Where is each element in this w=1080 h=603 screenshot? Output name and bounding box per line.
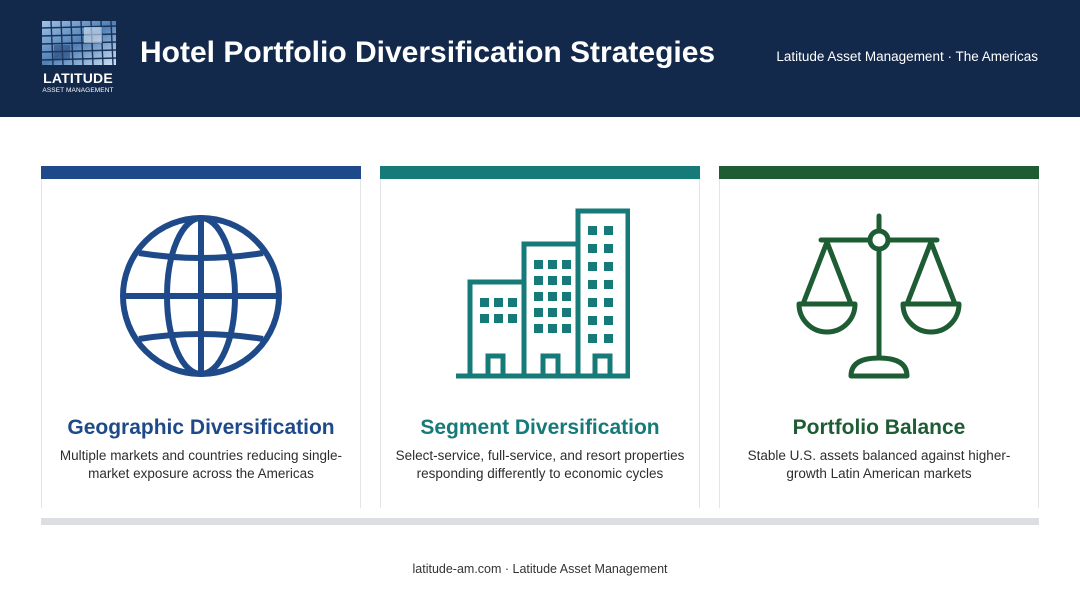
- card-portfolio-balance: Portfolio Balance Stable U.S. assets bal…: [719, 166, 1039, 508]
- card-accent-bar: [719, 166, 1039, 179]
- card-accent-bar: [380, 166, 700, 179]
- divider-bar: [41, 518, 1039, 525]
- card-segment-diversification: Segment Diversification Select-service, …: [380, 166, 700, 508]
- page-title: Hotel Portfolio Diversification Strategi…: [140, 36, 716, 69]
- header-banner: LATITUDE ASSET MANAGEMENT Hotel Portfoli…: [0, 0, 1080, 117]
- logo-wordmark: LATITUDE: [43, 70, 113, 86]
- globe-icon: [42, 206, 360, 386]
- card-title: Segment Diversification: [420, 416, 660, 439]
- card-title: Geographic Diversification: [67, 416, 335, 439]
- card-description: Select-service, full-service, and resort…: [395, 448, 685, 481]
- header-tagline: Latitude Asset Management · The Americas: [776, 49, 1038, 64]
- building-facade-icon: [42, 21, 116, 65]
- buildings-icon: [381, 206, 699, 386]
- footer-text[interactable]: latitude-am.com · Latitude Asset Managem…: [0, 562, 1080, 576]
- card-title: Portfolio Balance: [792, 416, 966, 439]
- company-logo[interactable]: LATITUDE ASSET MANAGEMENT: [40, 21, 116, 95]
- card-geographic-diversification: Geographic Diversification Multiple mark…: [41, 166, 361, 508]
- card-description: Stable U.S. assets balanced against high…: [747, 448, 1011, 481]
- card-accent-bar: [41, 166, 361, 179]
- card-description: Multiple markets and countries reducing …: [59, 448, 343, 481]
- logo-subtitle: ASSET MANAGEMENT: [42, 87, 114, 94]
- scales-icon: [720, 206, 1038, 386]
